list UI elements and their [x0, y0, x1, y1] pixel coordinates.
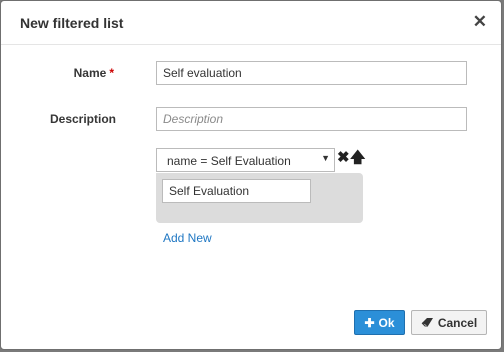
name-label: Name: [73, 66, 107, 80]
close-icon[interactable]: ✕: [473, 13, 487, 30]
filter-select-value: name = Self Evaluation: [167, 154, 291, 168]
ok-label: Ok: [378, 315, 395, 330]
caret-down-icon: ▼: [321, 153, 330, 163]
arrow-up-icon[interactable]: 🡅: [350, 150, 365, 165]
add-new-link[interactable]: Add New: [163, 231, 212, 245]
name-field[interactable]: [156, 61, 467, 85]
new-filtered-list-dialog: New filtered list ✕ Name* Description na…: [0, 0, 502, 350]
filter-select[interactable]: name = Self Evaluation ▼: [156, 148, 335, 172]
plus-icon: ✚: [364, 315, 375, 330]
dialog-title: New filtered list: [20, 15, 124, 31]
filter-value-field[interactable]: [162, 179, 311, 203]
description-label: Description: [49, 112, 116, 126]
times-icon[interactable]: ✖: [337, 150, 350, 165]
eraser-icon: [421, 317, 434, 329]
ok-button[interactable]: ✚ Ok: [354, 310, 405, 335]
dialog-header: New filtered list ✕: [1, 1, 501, 45]
cancel-label: Cancel: [437, 315, 478, 330]
required-marker: *: [109, 66, 114, 80]
description-field[interactable]: [156, 107, 467, 131]
name-label-group: Name *: [14, 66, 114, 80]
cancel-button[interactable]: Cancel: [411, 310, 487, 335]
